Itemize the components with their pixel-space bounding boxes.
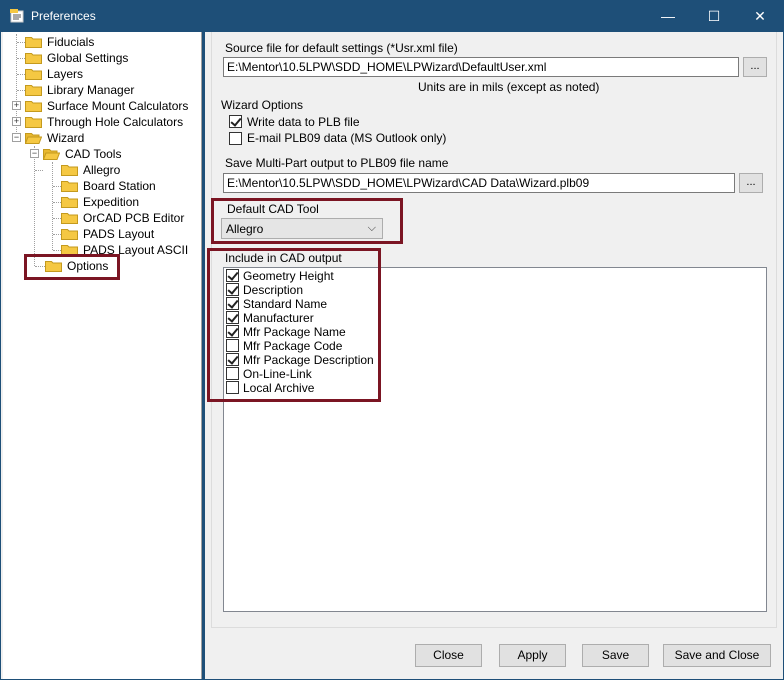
email-plb-label: E-mail PLB09 data (MS Outlook only)	[247, 131, 447, 145]
folder-icon	[25, 52, 42, 64]
tree-line	[53, 202, 61, 203]
save-and-close-button[interactable]: Save and Close	[663, 644, 771, 667]
tree-item-label: OrCAD PCB Editor	[83, 211, 185, 225]
source-file-label: Source file for default settings (*Usr.x…	[225, 41, 458, 55]
folder-icon	[61, 228, 78, 240]
collapse-wizard[interactable]: −	[12, 133, 21, 142]
source-browse-button[interactable]: ...	[743, 57, 767, 77]
tree-item-label: Layers	[47, 67, 84, 81]
default-cad-highlight-box	[211, 198, 403, 244]
wizard-options-label: Wizard Options	[221, 98, 304, 112]
folder-icon	[25, 116, 42, 128]
units-note: Units are in mils (except as noted)	[418, 80, 600, 94]
tree-item-label: Global Settings	[47, 51, 129, 65]
maximize-button[interactable]: ☐	[691, 1, 737, 32]
folder-icon	[25, 84, 42, 96]
folder-icon	[25, 100, 42, 112]
title-bar[interactable]: Preferences — ☐ ✕	[1, 1, 783, 32]
tree-item-label: CAD Tools	[65, 147, 122, 161]
tree-line	[35, 170, 43, 171]
tree-item-label: Surface Mount Calculators	[47, 99, 189, 113]
tree-line	[17, 90, 25, 91]
save-button[interactable]: Save	[582, 644, 649, 667]
tree-item-label: Wizard	[47, 131, 85, 145]
tree-line	[53, 186, 61, 187]
open-folder-icon	[25, 132, 42, 144]
write-plb-label: Write data to PLB file	[247, 115, 360, 129]
email-plb-checkbox[interactable]	[229, 132, 242, 145]
minimize-button[interactable]: —	[645, 1, 691, 32]
multipart-label: Save Multi-Part output to PLB09 file nam…	[225, 156, 449, 170]
tree-line	[53, 218, 61, 219]
options-highlight-box	[24, 254, 120, 280]
tree-item-label: Through Hole Calculators	[47, 115, 184, 129]
folder-icon	[25, 68, 42, 80]
source-file-input[interactable]: E:\Mentor\10.5LPW\SDD_HOME\LPWizard\Defa…	[223, 57, 739, 77]
options-pane: Source file for default settings (*Usr.x…	[205, 32, 783, 679]
tree-line	[17, 74, 25, 75]
tree-line	[53, 250, 61, 251]
folder-icon	[61, 164, 78, 176]
multipart-browse-button[interactable]: ...	[739, 173, 763, 193]
tree-item-label: Expedition	[83, 195, 140, 209]
close-window-button[interactable]: ✕	[737, 1, 783, 32]
tree-line	[34, 146, 35, 266]
preferences-tree[interactable]: + + − − Fiducials Global Settings Layers…	[3, 32, 202, 679]
multipart-file-input[interactable]: E:\Mentor\10.5LPW\SDD_HOME\LPWizard\CAD …	[223, 173, 735, 193]
write-plb-checkbox[interactable]	[229, 115, 242, 128]
tree-item-label: Fiducials	[47, 35, 95, 49]
collapse-cad-tools[interactable]: −	[30, 149, 39, 158]
window-title: Preferences	[31, 9, 96, 23]
preferences-window: Preferences — ☐ ✕ + + − − Fiducials Glob…	[0, 0, 784, 680]
tree-item-label: Allegro	[83, 163, 121, 177]
tree-line	[52, 162, 53, 250]
expand-through-hole[interactable]: +	[12, 117, 21, 126]
preferences-app-icon	[9, 8, 25, 24]
open-folder-icon	[43, 148, 60, 160]
tree-item-label: PADS Layout	[83, 227, 155, 241]
apply-button[interactable]: Apply	[499, 644, 566, 667]
close-button[interactable]: Close	[415, 644, 482, 667]
tree-item-label: Library Manager	[47, 83, 135, 97]
folder-icon	[61, 196, 78, 208]
expand-surface-mount[interactable]: +	[12, 101, 21, 110]
folder-icon	[61, 180, 78, 192]
cad-output-highlight-box	[207, 248, 381, 402]
tree-line	[17, 58, 25, 59]
tree-line	[17, 42, 25, 43]
folder-icon	[25, 36, 42, 48]
tree-item-label: Board Station	[83, 179, 156, 193]
tree-line	[53, 234, 61, 235]
folder-icon	[61, 212, 78, 224]
